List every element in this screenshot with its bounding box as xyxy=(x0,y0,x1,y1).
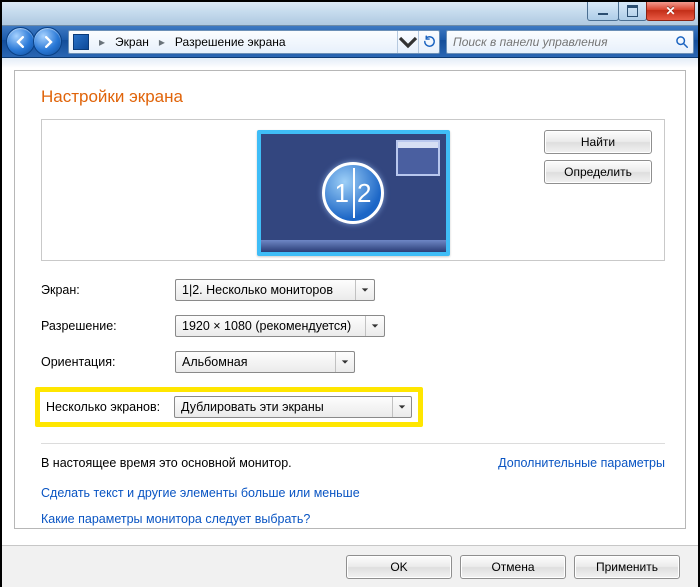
chevron-down-icon xyxy=(365,316,384,336)
address-dropdown-button[interactable] xyxy=(397,31,418,53)
monitor-preview[interactable]: 1 2 xyxy=(257,130,450,256)
orientation-select[interactable]: Альбомная xyxy=(175,351,355,373)
separator xyxy=(41,443,665,444)
content-panel: Настройки экрана 1 2 Найти Определить xyxy=(14,70,686,529)
display-preview: 1 2 Найти Определить xyxy=(41,119,665,261)
dialog-button-bar: OK Отмена Применить xyxy=(2,545,698,587)
detect-button[interactable]: Определить xyxy=(544,160,652,184)
search-input[interactable] xyxy=(447,35,671,49)
address-bar[interactable]: ▸ Экран ▸ Разрешение экрана xyxy=(68,30,440,54)
advanced-settings-link[interactable]: Дополнительные параметры xyxy=(498,456,665,470)
preview-window-icon xyxy=(396,140,440,176)
maximize-button[interactable] xyxy=(618,2,647,21)
control-panel-icon xyxy=(73,34,89,50)
display-id-badge: 1 2 xyxy=(322,162,384,224)
page-title: Настройки экрана xyxy=(41,87,665,107)
refresh-button[interactable] xyxy=(418,31,439,53)
display-select[interactable]: 1|2. Несколько мониторов xyxy=(175,279,375,301)
resolution-select[interactable]: 1920 × 1080 (рекомендуется) xyxy=(175,315,385,337)
resolution-select-value: 1920 × 1080 (рекомендуется) xyxy=(182,319,351,333)
search-box[interactable] xyxy=(446,30,694,54)
resolution-label: Разрешение: xyxy=(41,319,175,333)
multi-display-select[interactable]: Дублировать эти экраны xyxy=(174,396,412,418)
breadcrumb-segment[interactable]: Разрешение экрана xyxy=(171,31,290,53)
minimize-button[interactable] xyxy=(587,2,619,21)
chevron-right-icon: ▸ xyxy=(153,31,171,53)
identify-button[interactable]: Найти xyxy=(544,130,652,154)
display-id-1: 1 xyxy=(331,178,353,209)
display-id-2: 2 xyxy=(353,178,375,209)
search-icon[interactable] xyxy=(671,35,693,49)
orientation-select-value: Альбомная xyxy=(182,355,247,369)
display-select-value: 1|2. Несколько мониторов xyxy=(182,283,333,297)
apply-button[interactable]: Применить xyxy=(574,555,680,579)
titlebar: ✕ xyxy=(2,2,698,26)
primary-monitor-status: В настоящее время это основной монитор. xyxy=(41,456,292,470)
which-settings-link[interactable]: Какие параметры монитора следует выбрать… xyxy=(41,506,665,529)
chevron-right-icon: ▸ xyxy=(93,31,111,53)
nav-forward-button[interactable] xyxy=(33,27,62,56)
chevron-down-icon xyxy=(355,280,374,300)
chevron-down-icon xyxy=(392,397,411,417)
chevron-down-icon xyxy=(335,352,354,372)
ok-button[interactable]: OK xyxy=(346,555,452,579)
breadcrumb-segment[interactable]: Экран xyxy=(111,31,153,53)
nav-back-button[interactable] xyxy=(6,27,35,56)
highlighted-setting: Несколько экранов: Дублировать эти экран… xyxy=(35,387,423,427)
orientation-label: Ориентация: xyxy=(41,355,175,369)
multi-display-select-value: Дублировать эти экраны xyxy=(181,400,324,414)
multi-display-label: Несколько экранов: xyxy=(46,400,174,414)
close-button[interactable]: ✕ xyxy=(646,2,695,21)
display-label: Экран: xyxy=(41,283,175,297)
text-size-link[interactable]: Сделать текст и другие элементы больше и… xyxy=(41,480,665,506)
window: ✕ ▸ Экран ▸ Разрешение экрана xyxy=(0,0,700,587)
cancel-button[interactable]: Отмена xyxy=(460,555,566,579)
nav-bar: ▸ Экран ▸ Разрешение экрана xyxy=(2,26,698,58)
